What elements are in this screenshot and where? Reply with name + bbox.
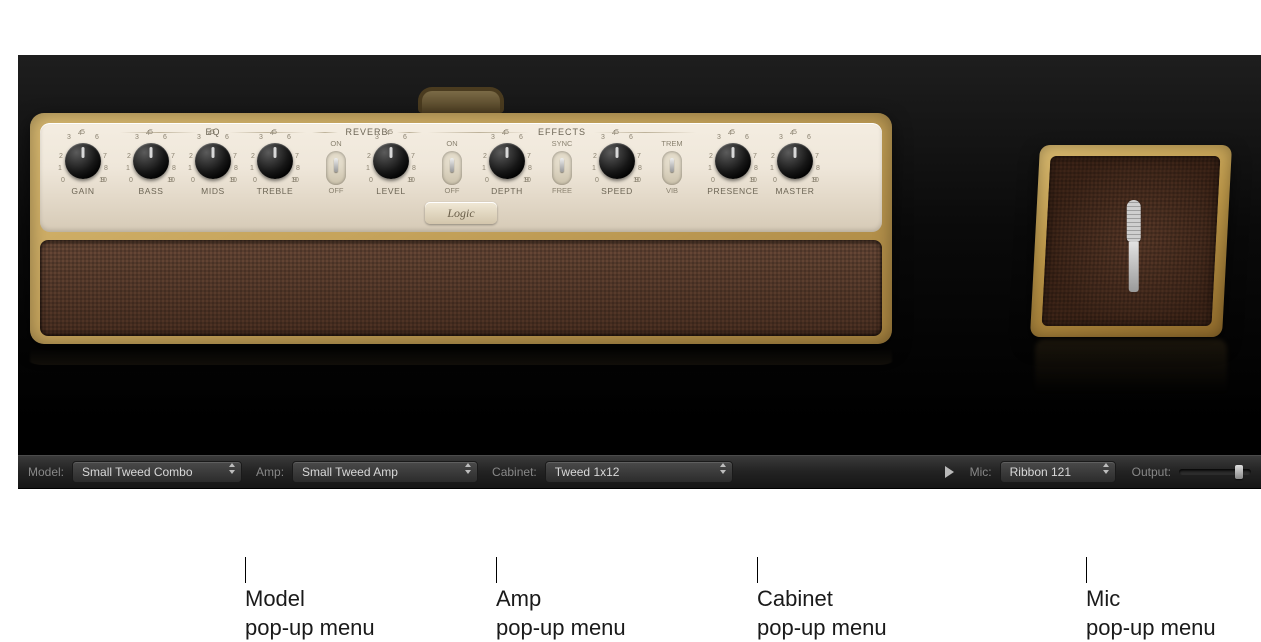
amp-grille xyxy=(40,240,882,336)
mic-label: Mic: xyxy=(970,465,992,479)
callout-mic: Mic pop-up menu xyxy=(1086,585,1216,642)
reverb-section: REVERB ON OFF 01234567 xyxy=(312,127,422,196)
eq-section: EQ 012345678910 BASS xyxy=(120,127,306,196)
microphone-icon[interactable] xyxy=(1128,200,1140,292)
trem-vib-switch[interactable] xyxy=(662,151,682,185)
callout-line xyxy=(1086,557,1087,583)
amp-reflection xyxy=(30,340,892,365)
callout-line xyxy=(245,557,246,583)
mic-popup[interactable]: Ribbon 121 xyxy=(1000,461,1116,483)
presence-label: PRESENCE xyxy=(702,186,764,196)
effects-section: EFFECTS ON OFF 0123456 xyxy=(428,127,696,196)
master-label: MASTER xyxy=(764,186,826,196)
logo-plate: Logic xyxy=(425,202,497,224)
plugin-window: 012345678910 GAIN EQ xyxy=(18,55,1261,489)
gain-label: GAIN xyxy=(52,186,114,196)
treble-knob[interactable]: 012345678910 xyxy=(253,139,297,183)
model-label: Model: xyxy=(28,465,64,479)
callout-cabinet: Cabinet pop-up menu xyxy=(757,585,887,642)
reverb-level-label: LEVEL xyxy=(360,186,422,196)
depth-knob[interactable]: 012345678910 xyxy=(485,139,529,183)
callout-line xyxy=(757,557,758,583)
speaker-cabinet[interactable] xyxy=(1030,145,1232,337)
cabinet-popup[interactable]: Tweed 1x12 xyxy=(545,461,733,483)
bass-label: BASS xyxy=(120,186,182,196)
speed-knob[interactable]: 012345678910 xyxy=(595,139,639,183)
callout-line xyxy=(496,557,497,583)
amp-label: Amp: xyxy=(256,465,284,479)
model-popup[interactable]: Small Tweed Combo xyxy=(72,461,242,483)
bass-knob[interactable]: 012345678910 xyxy=(129,139,173,183)
callout-model: Model pop-up menu xyxy=(245,585,375,642)
master-knob[interactable]: 012345678910 xyxy=(773,139,817,183)
output-label: Output: xyxy=(1132,465,1171,479)
presence-knob[interactable]: 012345678910 xyxy=(711,139,755,183)
cabinet-label: Cabinet: xyxy=(492,465,537,479)
reverb-level-knob[interactable]: 012345678910 xyxy=(369,139,413,183)
treble-label: TREBLE xyxy=(244,186,306,196)
depth-label: DEPTH xyxy=(476,186,538,196)
effects-on-switch[interactable] xyxy=(442,151,462,185)
output-slider[interactable] xyxy=(1179,469,1251,475)
gain-knob[interactable]: 012345678910 xyxy=(61,139,105,183)
amp-faceplate: 012345678910 GAIN EQ xyxy=(40,123,882,232)
amp-popup[interactable]: Small Tweed Amp xyxy=(292,461,478,483)
callout-amp: Amp pop-up menu xyxy=(496,585,626,642)
amp-handle xyxy=(418,87,504,113)
mids-knob[interactable]: 012345678910 xyxy=(191,139,235,183)
speed-label: SPEED xyxy=(586,186,648,196)
cabinet-reflection xyxy=(1035,339,1227,407)
mids-label: MIDS xyxy=(182,186,244,196)
sync-switch[interactable] xyxy=(552,151,572,185)
play-icon[interactable] xyxy=(945,466,954,478)
amp-head: 012345678910 GAIN EQ xyxy=(30,87,892,344)
parameter-bar: Model: Small Tweed Combo Amp: Small Twee… xyxy=(18,455,1261,489)
reverb-on-switch[interactable] xyxy=(326,151,346,185)
